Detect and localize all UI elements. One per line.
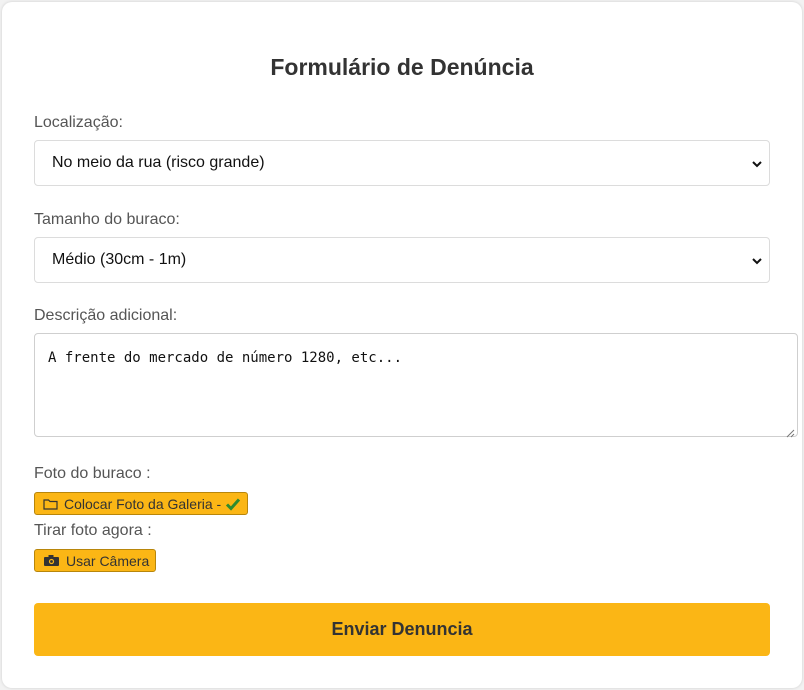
- chevron-down-icon: [751, 254, 763, 266]
- check-icon: [225, 497, 241, 511]
- resize-handle-icon[interactable]: [786, 425, 795, 438]
- description-label: Descrição adicional:: [34, 307, 178, 324]
- description-text: A frente do mercado de número 1280, etc.…: [48, 350, 403, 366]
- gallery-button-label: Colocar Foto da Galeria -: [64, 495, 222, 512]
- description-textarea[interactable]: A frente do mercado de número 1280, etc.…: [34, 333, 798, 438]
- camera-label: Tirar foto agora :: [34, 522, 152, 539]
- location-label: Localização:: [34, 114, 123, 131]
- camera-icon: [43, 554, 60, 567]
- chevron-down-icon: [751, 157, 763, 169]
- camera-button-label: Usar Câmera: [66, 552, 150, 569]
- gallery-photo-button[interactable]: Colocar Foto da Galeria -: [34, 492, 249, 515]
- form-title: Formulário de Denúncia: [270, 54, 534, 80]
- size-select-value: Médio (30cm - 1m): [52, 251, 187, 268]
- folder-icon: [43, 498, 58, 510]
- report-form-card: Formulário de Denúncia Localização: No m…: [2, 2, 802, 688]
- location-select[interactable]: No meio da rua (risco grande): [34, 140, 770, 186]
- size-label: Tamanho do buraco:: [34, 211, 180, 228]
- location-select-value: No meio da rua (risco grande): [52, 154, 265, 171]
- use-camera-button[interactable]: Usar Câmera: [34, 549, 157, 572]
- submit-report-button[interactable]: Enviar Denuncia: [34, 603, 770, 656]
- size-select[interactable]: Médio (30cm - 1m): [34, 237, 770, 283]
- photo-label: Foto do buraco :: [34, 465, 151, 482]
